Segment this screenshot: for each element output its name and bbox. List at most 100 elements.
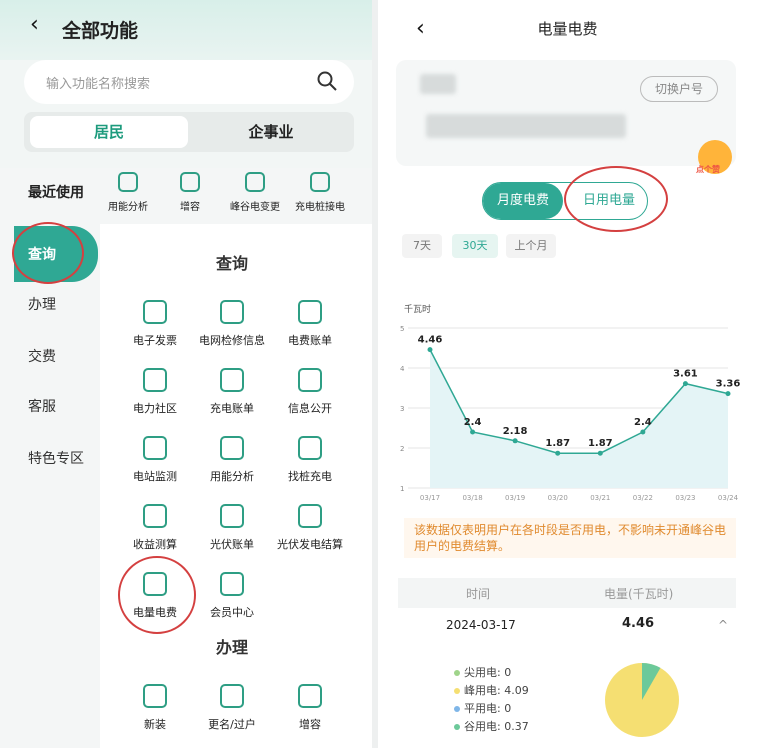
mascot-icon[interactable]: 点个赞 — [696, 140, 732, 174]
y-tick-label: 1 — [400, 485, 404, 493]
tile-income-calc[interactable]: 收益测算 — [115, 504, 195, 552]
page-title: 全部功能 — [62, 20, 139, 42]
page-title: 电量电费 — [537, 20, 598, 38]
tab-resident[interactable]: 居民 — [30, 116, 188, 148]
x-tick-label: 03/18 — [462, 494, 482, 502]
user-type-switch: 居民 企事业 — [24, 112, 354, 152]
usage-pie-chart — [605, 663, 679, 737]
tile-label: 新装 — [144, 718, 166, 731]
tile-label: 增容 — [299, 718, 321, 731]
range-last-month[interactable]: 上个月 — [506, 234, 556, 258]
section-title-handle: 办理 — [216, 638, 249, 657]
masked-account — [426, 114, 626, 138]
pv-settle-icon — [298, 504, 322, 528]
usage-note: 该数据仅表明用户在各时段是否用电，不影响未开通峰谷电用户的电费结算。 — [404, 518, 736, 558]
data-point — [640, 429, 646, 435]
tile-grid-maintenance[interactable]: 电网检修信息 — [192, 300, 272, 348]
tile-label: 用能分析 — [210, 470, 254, 483]
legend-value: 0 — [504, 666, 512, 679]
data-point — [470, 429, 476, 435]
sidebar-item-special[interactable]: 特色专区 — [28, 448, 84, 468]
left-header: ‹ 全部功能 — [0, 0, 372, 60]
table-header: 时间 电量(千瓦时) — [398, 578, 736, 608]
search-icon[interactable] — [316, 70, 338, 92]
data-point — [597, 450, 603, 456]
legend-value: 0 — [504, 702, 512, 715]
tile-label: 电子发票 — [133, 334, 177, 347]
legend-item: 平用电: 0 — [454, 700, 511, 716]
legend-label: 平用电: — [464, 702, 501, 715]
back-icon[interactable]: ‹ — [30, 12, 39, 37]
tile-capacity-increase[interactable]: 增容 — [270, 684, 350, 732]
tab-enterprise[interactable]: 企事业 — [194, 116, 348, 148]
all-functions-panel: ‹ 全部功能 输入功能名称搜索 居民 企事业 最近使用 查询 办理 交费 客服 … — [0, 0, 372, 748]
legend-value: 0.37 — [504, 720, 529, 733]
search-input[interactable]: 输入功能名称搜索 — [24, 60, 354, 104]
annotation-circle — [564, 166, 668, 232]
tile-member-center[interactable]: 会员中心 — [192, 572, 272, 620]
tile-label: 会员中心 — [210, 606, 254, 619]
tile-label: 信息公开 — [288, 402, 332, 415]
tile-pv-bill[interactable]: 光伏账单 — [192, 504, 272, 552]
sidebar-item-pay[interactable]: 交费 — [28, 346, 56, 366]
yuan-icon — [220, 368, 244, 392]
tile-bill[interactable]: 电费账单 — [270, 300, 350, 348]
data-label: 3.36 — [716, 379, 741, 390]
x-tick-label: 03/24 — [718, 494, 739, 502]
range-7d[interactable]: 7天 — [402, 234, 442, 258]
recent-label: 最近使用 — [28, 185, 84, 201]
y-tick-label: 4 — [400, 365, 405, 373]
invoice-icon — [143, 300, 167, 324]
sidebar-item-handle[interactable]: 办理 — [28, 294, 56, 314]
tile-energy-analysis[interactable]: 用能分析 — [192, 436, 272, 484]
daily-usage-chart: 千瓦时 5 4 3 2 1 4.46 03/17 2.4 03/18 2.18 03/19 1.87 03… — [400, 303, 741, 502]
tile-label: 电力社区 — [133, 402, 177, 415]
y-tick-label: 5 — [400, 325, 404, 333]
table-row[interactable]: 2024-03-17 4.46 ^ — [398, 610, 736, 640]
bar-chart-icon — [298, 300, 322, 324]
range-30d[interactable]: 30天 — [452, 234, 498, 258]
x-tick-label: 03/19 — [505, 494, 525, 502]
chevron-up-icon[interactable]: ^ — [718, 618, 728, 632]
right-header: ‹ 电量电费 — [378, 0, 757, 56]
switch-account-button[interactable]: 切换户号 — [640, 76, 718, 102]
x-tick-label: 03/17 — [420, 494, 440, 502]
meter-plus-icon — [298, 684, 322, 708]
legend-value: 4.09 — [504, 684, 529, 697]
annotation-circle — [12, 222, 84, 284]
tile-station-monitor[interactable]: 电站监测 — [115, 436, 195, 484]
data-label: 4.46 — [418, 335, 443, 346]
tile-power-community[interactable]: 电力社区 — [115, 368, 195, 416]
data-label: 2.18 — [503, 426, 528, 437]
data-point — [725, 391, 731, 397]
tile-new-install[interactable]: 新装 — [115, 684, 195, 732]
tile-rename-transfer[interactable]: 更名/过户 — [192, 684, 272, 732]
community-icon — [143, 368, 167, 392]
masked-name — [420, 74, 456, 94]
tile-label: 光伏发电结算 — [277, 538, 343, 551]
legend-item: 峰用电: 4.09 — [454, 682, 529, 698]
lightning-icon — [220, 436, 244, 460]
tile-find-charger[interactable]: 找桩充电 — [270, 436, 350, 484]
data-label: 1.87 — [545, 438, 570, 449]
function-grid: 用能分析 增容 峰谷电变更 充电桩接电 查询 电子发票 电网检修信息 电费账单 … — [100, 168, 372, 748]
gauge-icon — [143, 504, 167, 528]
row-value: 4.46 — [622, 616, 655, 631]
sidebar-item-service[interactable]: 客服 — [28, 396, 56, 416]
x-tick-label: 03/22 — [633, 494, 653, 502]
tile-label: 充电桩接电 — [295, 202, 345, 213]
tile-pv-settlement[interactable]: 光伏发电结算 — [270, 504, 350, 552]
tab-monthly-fee[interactable]: 月度电费 — [483, 183, 563, 219]
x-tick-label: 03/23 — [675, 494, 695, 502]
lightning-icon — [118, 172, 138, 192]
tile-label: 电网检修信息 — [199, 334, 265, 347]
tile-e-invoice[interactable]: 电子发票 — [115, 300, 195, 348]
tile-charging-bill[interactable]: 充电账单 — [192, 368, 272, 416]
tile-info-public[interactable]: 信息公开 — [270, 368, 350, 416]
clipboard-icon — [220, 300, 244, 324]
recent-charger-connect[interactable]: 充电桩接电 — [280, 172, 360, 213]
tile-label: 光伏账单 — [210, 538, 254, 551]
data-label: 2.4 — [464, 417, 482, 428]
data-point — [512, 438, 518, 444]
row-date: 2024-03-17 — [446, 618, 516, 632]
